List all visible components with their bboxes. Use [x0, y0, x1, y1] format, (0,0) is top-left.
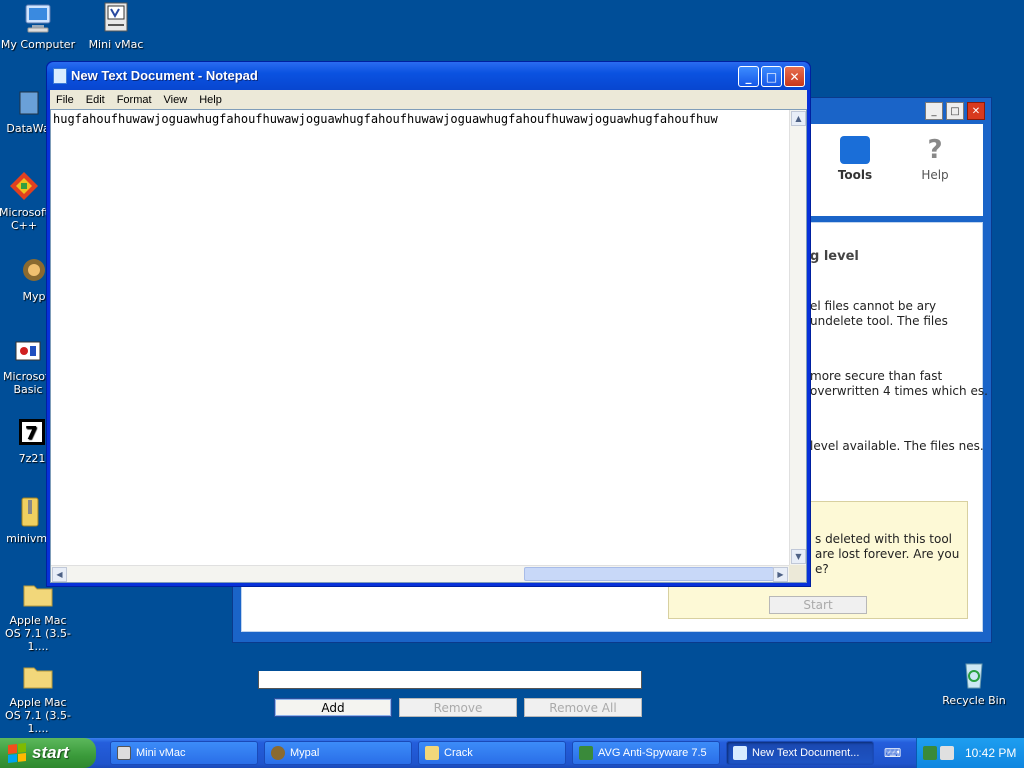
- menu-file[interactable]: File: [50, 94, 80, 106]
- horizontal-scrollbar[interactable]: ◀ ▶: [51, 565, 789, 582]
- avg-level-desc-1: el files cannot be ary undelete tool. Th…: [810, 299, 948, 328]
- mini-vmac-icon: [117, 746, 131, 760]
- notepad-text-area[interactable]: hugfahoufhuwawjoguawhugfahoufhuwawjoguaw…: [50, 109, 807, 583]
- avg-level-desc-2: more secure than fast overwritten 4 time…: [810, 369, 988, 398]
- tools-icon: [840, 136, 870, 164]
- mini-vmac-icon: [100, 2, 132, 34]
- avg-help-label: Help: [921, 168, 949, 182]
- visual-cpp-icon: [8, 170, 40, 202]
- taskbar-item-crack[interactable]: Crack: [418, 741, 566, 765]
- desktop-icon-my-computer[interactable]: My Computer: [0, 2, 76, 51]
- notepad-titlebar[interactable]: New Text Document - Notepad _ □ ✕: [47, 62, 810, 90]
- desktop-icon-label: Recycle Bin: [942, 694, 1006, 707]
- horizontal-scroll-thumb[interactable]: [524, 567, 774, 581]
- taskbar-item-mypal[interactable]: Mypal: [264, 741, 412, 765]
- resize-grip-icon[interactable]: [789, 565, 806, 582]
- scroll-down-icon[interactable]: ▼: [791, 549, 806, 564]
- avg-warning-text: s deleted with this tool are lost foreve…: [815, 532, 960, 576]
- taskbar-item-notepad[interactable]: New Text Document...: [726, 741, 874, 765]
- taskbar-item-label: AVG Anti-Spyware 7.5: [598, 747, 707, 759]
- desktop-icon-label: Apple Mac OS 7.1 (3.5-1....: [5, 696, 71, 735]
- notepad-window[interactable]: New Text Document - Notepad _ □ ✕ File E…: [46, 61, 811, 587]
- avg-level-desc-3: level available. The files nes.: [810, 439, 984, 453]
- avg-window-controls: _ □ ✕: [925, 102, 985, 120]
- avg-minimize-button[interactable]: _: [925, 102, 943, 120]
- avg-file-list[interactable]: [258, 671, 642, 689]
- scroll-up-icon[interactable]: ▲: [791, 111, 806, 126]
- taskbar-item-label: Mypal: [290, 747, 320, 759]
- clock[interactable]: 10:42 PM: [965, 746, 1016, 760]
- help-icon: ?: [927, 135, 943, 165]
- security-tray-icon[interactable]: [940, 746, 954, 760]
- avg-icon: [579, 746, 593, 760]
- taskbar-item-avg[interactable]: AVG Anti-Spyware 7.5: [572, 741, 720, 765]
- desktop-icon-apple-mac-os-2[interactable]: Apple Mac OS 7.1 (3.5-1....: [0, 660, 76, 735]
- avg-add-button[interactable]: Add: [274, 698, 392, 717]
- 7zip-icon: 7: [16, 416, 48, 448]
- avg-close-button[interactable]: ✕: [967, 102, 985, 120]
- folder-icon: [22, 660, 54, 692]
- vertical-scrollbar[interactable]: ▲ ▼: [789, 110, 806, 565]
- taskbar-item-mini-vmac[interactable]: Mini vMac: [110, 741, 258, 765]
- svg-text:7: 7: [25, 423, 38, 444]
- notepad-title: New Text Document - Notepad: [71, 68, 258, 83]
- desktop-icon-label: Apple Mac OS 7.1 (3.5-1....: [5, 614, 71, 653]
- system-tray: 10:42 PM: [916, 738, 1024, 768]
- avg-tray-icon[interactable]: [923, 746, 937, 760]
- keyboard-icon[interactable]: ⌨: [884, 746, 902, 760]
- zip-folder-icon: [14, 496, 46, 528]
- avg-tools-label: Tools: [837, 168, 873, 182]
- taskbar-item-label: Crack: [444, 747, 473, 759]
- desktop-icon-mini-vmac[interactable]: Mini vMac: [78, 2, 154, 51]
- scroll-right-icon[interactable]: ▶: [773, 567, 788, 582]
- visual-basic-icon: [12, 334, 44, 366]
- taskbar: start Mini vMac Mypal Crack AVG Anti-Spy…: [0, 738, 1024, 768]
- datawa-icon: [12, 86, 44, 118]
- avg-start-button[interactable]: Start: [769, 596, 867, 614]
- start-button[interactable]: start: [0, 738, 96, 768]
- notepad-content[interactable]: hugfahoufhuwawjoguawhugfahoufhuwawjoguaw…: [53, 112, 786, 126]
- notepad-icon: [733, 746, 747, 760]
- desktop-icon-recycle-bin[interactable]: Recycle Bin: [936, 658, 1012, 707]
- menu-help[interactable]: Help: [193, 94, 228, 106]
- taskbar-item-label: Mini vMac: [136, 747, 186, 759]
- avg-remove-all-button[interactable]: Remove All: [524, 698, 642, 717]
- avg-maximize-button[interactable]: □: [946, 102, 964, 120]
- desktop-icon-label: Mini vMac: [88, 38, 144, 51]
- windows-logo-icon: [8, 743, 26, 763]
- menu-view[interactable]: View: [158, 94, 194, 106]
- menu-edit[interactable]: Edit: [80, 94, 111, 106]
- notepad-icon: [53, 68, 67, 84]
- start-label: start: [32, 743, 69, 762]
- scroll-left-icon[interactable]: ◀: [52, 567, 67, 582]
- notepad-menubar: File Edit Format View Help: [50, 90, 807, 109]
- desktop-icon-apple-mac-os-1[interactable]: Apple Mac OS 7.1 (3.5-1....: [0, 578, 76, 653]
- desktop-icon-label: My Computer: [0, 38, 76, 51]
- notepad-window-controls: _ □ ✕: [738, 66, 805, 87]
- recycle-bin-icon: [958, 658, 990, 690]
- folder-icon: [425, 746, 439, 760]
- minimize-button[interactable]: _: [738, 66, 759, 87]
- close-button[interactable]: ✕: [784, 66, 805, 87]
- mypal-icon: [271, 746, 285, 760]
- maximize-button[interactable]: □: [761, 66, 782, 87]
- avg-section-heading: g level: [810, 249, 859, 264]
- computer-icon: [22, 2, 54, 34]
- avg-help-button[interactable]: ? Help: [905, 136, 965, 182]
- menu-format[interactable]: Format: [111, 94, 158, 106]
- taskbar-item-label: New Text Document...: [752, 747, 860, 759]
- avg-tools-button[interactable]: Tools: [825, 136, 885, 182]
- avg-remove-button[interactable]: Remove: [399, 698, 517, 717]
